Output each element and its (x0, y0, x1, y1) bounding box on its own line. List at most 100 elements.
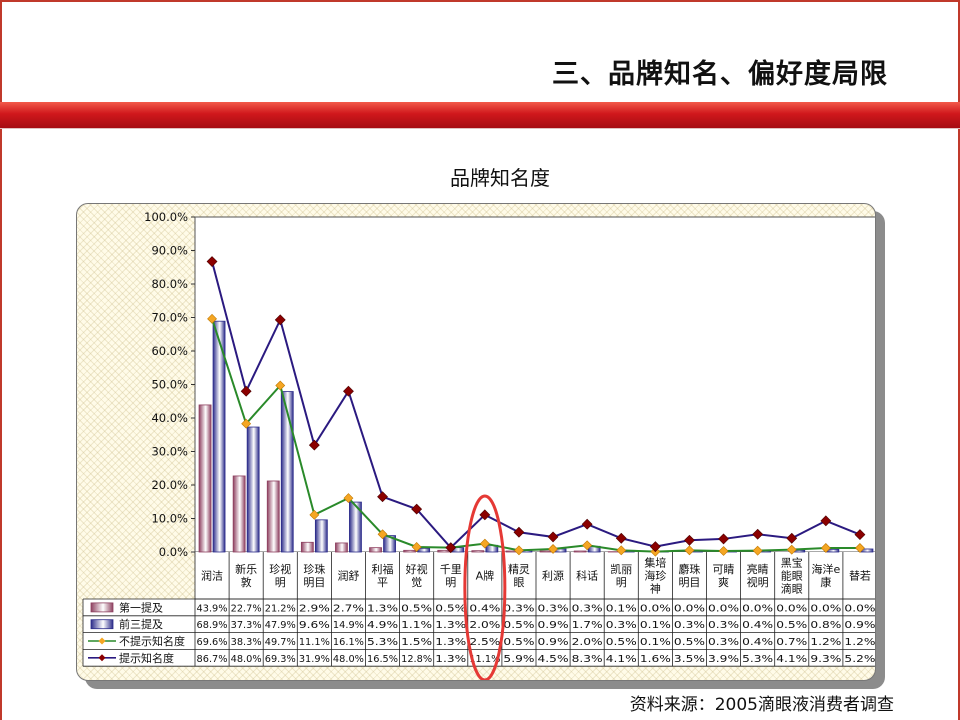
legend-series-name: 提示知名度 (119, 651, 174, 665)
category-label: 润洁 (201, 569, 223, 583)
data-table-cell: 49.7% (265, 637, 296, 648)
data-table-cell: 1.1% (401, 620, 432, 631)
data-table-cell: 0.9% (538, 620, 569, 631)
data-table-cell: 69.6% (197, 637, 228, 648)
y-tick-label: 30.0% (151, 445, 188, 459)
data-table-cell: 14.9% (333, 620, 364, 631)
data-table-cell: 11.1% (299, 637, 330, 648)
data-table-cell: 43.9% (197, 603, 228, 614)
category-label: 珍珠明目 (303, 562, 325, 589)
y-tick-label: 10.0% (151, 512, 188, 526)
data-table-cell: 2.0% (469, 620, 500, 631)
data-table-cell: 47.9% (265, 620, 296, 631)
bar-first-mention (437, 549, 451, 553)
data-table-cell: 68.9% (197, 620, 228, 631)
data-table-cell: 0.0% (742, 603, 773, 614)
data-table-cell: 69.3% (265, 654, 296, 665)
data-table-cell: 0.4% (469, 603, 500, 614)
data-table-cell: 0.5% (674, 637, 705, 648)
data-table-cell: 48.0% (333, 654, 364, 665)
data-table-cell: 5.3% (742, 654, 773, 665)
category-label: 科话 (576, 569, 598, 583)
brand-awareness-chart: 0.0% 10.0% 20.0% 30.0% 40.0% 50.0% 60.0% 70.0% 8… (82, 210, 875, 680)
data-table-cell: 48.0% (231, 654, 262, 665)
data-table-cell: 0.3% (572, 603, 603, 614)
data-table-cell: 1.3% (435, 620, 466, 631)
legend-series-name: 不提示知名度 (119, 634, 185, 648)
legend-series-name: 第一提及 (119, 600, 163, 614)
data-table-cell: 0.5% (435, 603, 466, 614)
chart-panel: 0.0% 10.0% 20.0% 30.0% 40.0% 50.0% 60.0% 70.0% 8… (76, 203, 876, 681)
data-table-cell: 0.9% (844, 620, 875, 631)
y-tick-label: 60.0% (151, 344, 188, 358)
y-tick-label: 80.0% (151, 277, 188, 291)
data-table-cell: 0.3% (503, 603, 534, 614)
data-table-cell: 3.5% (674, 654, 705, 665)
data-table-cell: 4.1% (776, 654, 807, 665)
data-table-cell: 0.0% (810, 603, 841, 614)
data-table-cell: 0.8% (810, 620, 841, 631)
y-tick-label: 0.0% (159, 545, 188, 559)
data-table-cell: 0.3% (674, 620, 705, 631)
data-table-cell: 3.9% (708, 654, 739, 665)
data-table-cell: 0.7% (776, 637, 807, 648)
category-label: 麝珠明目 (678, 562, 700, 589)
category-label: 利源 (542, 569, 564, 583)
data-table-cell: 5.3% (367, 637, 398, 648)
data-table-cell: 0.1% (640, 637, 671, 648)
bar-first-mention (266, 480, 280, 553)
source-note: 资料来源：2005滴眼液消费者调查 (629, 695, 894, 715)
data-table-cell: 0.0% (708, 603, 739, 614)
category-label: 黑宝能眼滴眼 (781, 556, 803, 596)
data-table-cell: 0.0% (844, 603, 875, 614)
bar-first-mention (232, 475, 246, 553)
data-table-cell: 0.5% (776, 620, 807, 631)
data-table-cell: 0.5% (503, 637, 534, 648)
bar-top3-mention (314, 519, 328, 553)
data-table-cell: 1.5% (401, 637, 432, 648)
data-table-cell: 8.3% (572, 654, 603, 665)
category-label: 亮睛视明 (747, 562, 769, 589)
data-table-cell: 86.7% (197, 654, 228, 665)
data-table-cell: 12.8% (401, 654, 432, 665)
bar-top3-mention (246, 426, 260, 553)
legend-series-name: 前三提及 (119, 617, 163, 631)
data-table-cell: 5.9% (503, 654, 534, 665)
data-table-cell: 2.0% (572, 637, 603, 648)
data-table-cell: 0.0% (776, 603, 807, 614)
data-table-cell: 4.1% (606, 654, 637, 665)
data-table-cell: 1.3% (367, 603, 398, 614)
legend-key-bar (90, 602, 114, 613)
slide-title: 三、品牌知名、偏好度局限 (552, 59, 888, 90)
y-tick-label: 50.0% (151, 378, 188, 392)
data-table-cell: 0.3% (708, 637, 739, 648)
data-table-cell: 16.5% (367, 654, 398, 665)
y-tick-label: 90.0% (151, 244, 188, 258)
data-table-cell: 2.5% (469, 637, 500, 648)
data-table-cell: 2.9% (299, 603, 330, 614)
bar-first-mention (573, 550, 587, 553)
data-table-cell: 0.1% (606, 603, 637, 614)
data-table-cell: 1.3% (435, 654, 466, 665)
data-table-cell: 31.9% (299, 654, 330, 665)
data-table-cell: 9.3% (810, 654, 841, 665)
bar-first-mention (335, 542, 348, 553)
y-tick-label: 40.0% (151, 411, 188, 425)
data-table-cell: 1.6% (640, 654, 671, 665)
data-table-cell: 0.0% (674, 603, 705, 614)
data-table-cell: 0.1% (640, 620, 671, 631)
data-table-cell: 16.1% (333, 637, 364, 648)
data-table-cell: 1.2% (810, 637, 841, 648)
data-table-cell: 0.5% (503, 620, 534, 631)
data-table-cell: 0.0% (640, 603, 671, 614)
data-table-cell: 2.7% (333, 603, 364, 614)
bar-first-mention (198, 404, 212, 553)
category-label: 润舒 (337, 569, 359, 583)
data-table-cell: 1.3% (435, 637, 466, 648)
data-table-cell: 37.3% (231, 620, 262, 631)
bar-first-mention (403, 549, 417, 553)
bar-first-mention (369, 547, 382, 553)
data-table-cell: 4.9% (367, 620, 398, 631)
y-tick-label: 70.0% (151, 311, 188, 325)
data-table-cell: 9.6% (299, 620, 330, 631)
